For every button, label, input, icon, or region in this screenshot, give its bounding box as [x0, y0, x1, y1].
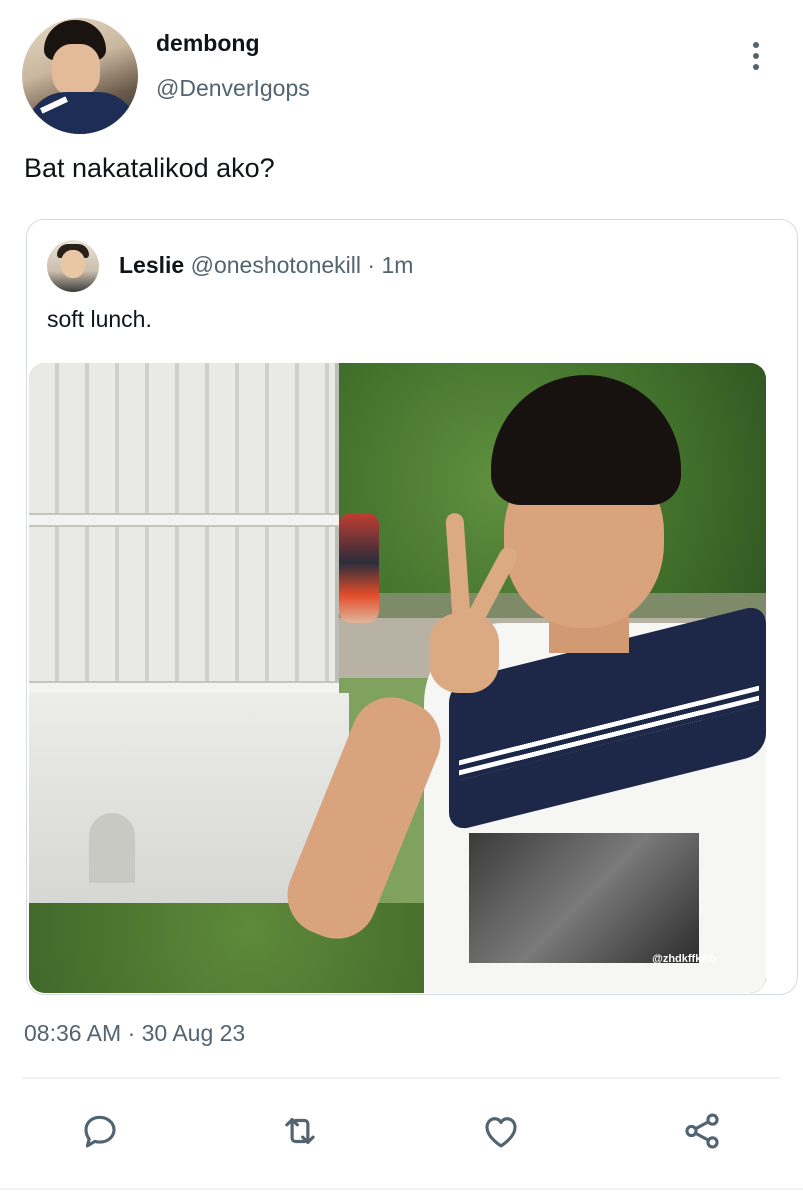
- reply-icon[interactable]: [77, 1108, 123, 1154]
- action-bar: [0, 1100, 803, 1164]
- bottom-divider: [0, 1188, 803, 1190]
- quoted-author-name: Leslie: [119, 252, 185, 278]
- author-handle[interactable]: @DenverIgops: [156, 75, 310, 102]
- quoted-author-avatar[interactable]: [47, 240, 99, 292]
- quoted-author-handle: @oneshotonekill: [190, 252, 362, 278]
- tweet-detail: dembong @DenverIgops Bat nakatalikod ako…: [0, 0, 803, 1200]
- quoted-media-photo[interactable]: @zhdkffkRb: [29, 363, 766, 993]
- quoted-tweet[interactable]: Leslie @oneshotonekill · 1m soft lunch.: [26, 219, 798, 995]
- tweet-text: Bat nakatalikod ako?: [24, 153, 275, 183]
- share-icon[interactable]: [679, 1108, 725, 1154]
- media-watermark: @zhdkffkRb: [652, 953, 716, 965]
- author-avatar[interactable]: [22, 18, 138, 134]
- more-options-icon[interactable]: [740, 36, 772, 76]
- author-display-name[interactable]: dembong: [156, 30, 260, 57]
- quoted-time: 1m: [381, 252, 414, 278]
- divider: [22, 1077, 781, 1079]
- quoted-separator: ·: [367, 252, 376, 278]
- tweet-timestamp[interactable]: 08:36 AM · 30 Aug 23: [24, 1020, 245, 1047]
- quoted-tweet-header: Leslie @oneshotonekill · 1m: [119, 252, 413, 279]
- quoted-tweet-text: soft lunch.: [47, 306, 152, 332]
- heart-icon[interactable]: [478, 1108, 524, 1154]
- retweet-icon[interactable]: [277, 1108, 323, 1154]
